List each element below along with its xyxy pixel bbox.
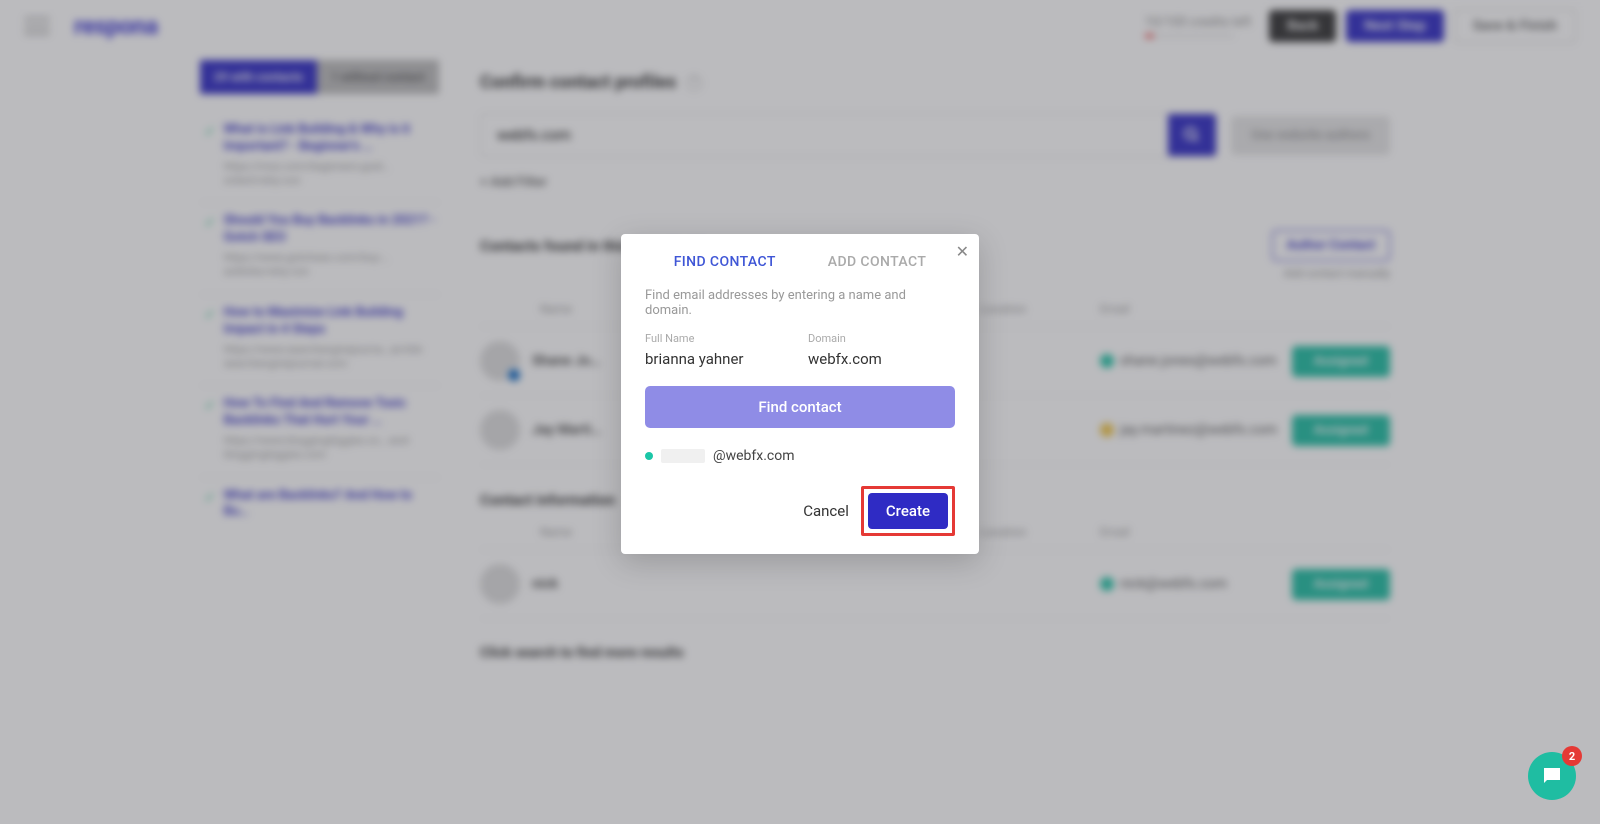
close-icon[interactable]: ✕ (956, 242, 969, 261)
domain-input[interactable] (808, 350, 955, 368)
email-local-part (661, 449, 705, 463)
email-domain-part: @webfx.com (713, 448, 794, 464)
modal-hint: Find email addresses by entering a name … (645, 288, 955, 318)
found-email-result[interactable]: @webfx.com (645, 448, 955, 464)
create-highlight: Create (861, 486, 955, 536)
find-contact-modal: ✕ FIND CONTACT ADD CONTACT Find email ad… (621, 234, 979, 554)
cancel-button[interactable]: Cancel (803, 502, 849, 520)
tab-add-contact[interactable]: ADD CONTACT (828, 254, 927, 270)
verified-dot-icon (645, 452, 653, 460)
tab-find-contact[interactable]: FIND CONTACT (674, 254, 776, 270)
modal-overlay: ✕ FIND CONTACT ADD CONTACT Find email ad… (0, 0, 1600, 824)
chat-widget[interactable]: 2 (1528, 752, 1576, 800)
domain-label: Domain (808, 332, 955, 345)
create-button[interactable]: Create (868, 493, 948, 529)
chat-badge: 2 (1562, 746, 1582, 766)
find-contact-button[interactable]: Find contact (645, 386, 955, 428)
full-name-label: Full Name (645, 332, 792, 345)
full-name-input[interactable] (645, 350, 792, 368)
